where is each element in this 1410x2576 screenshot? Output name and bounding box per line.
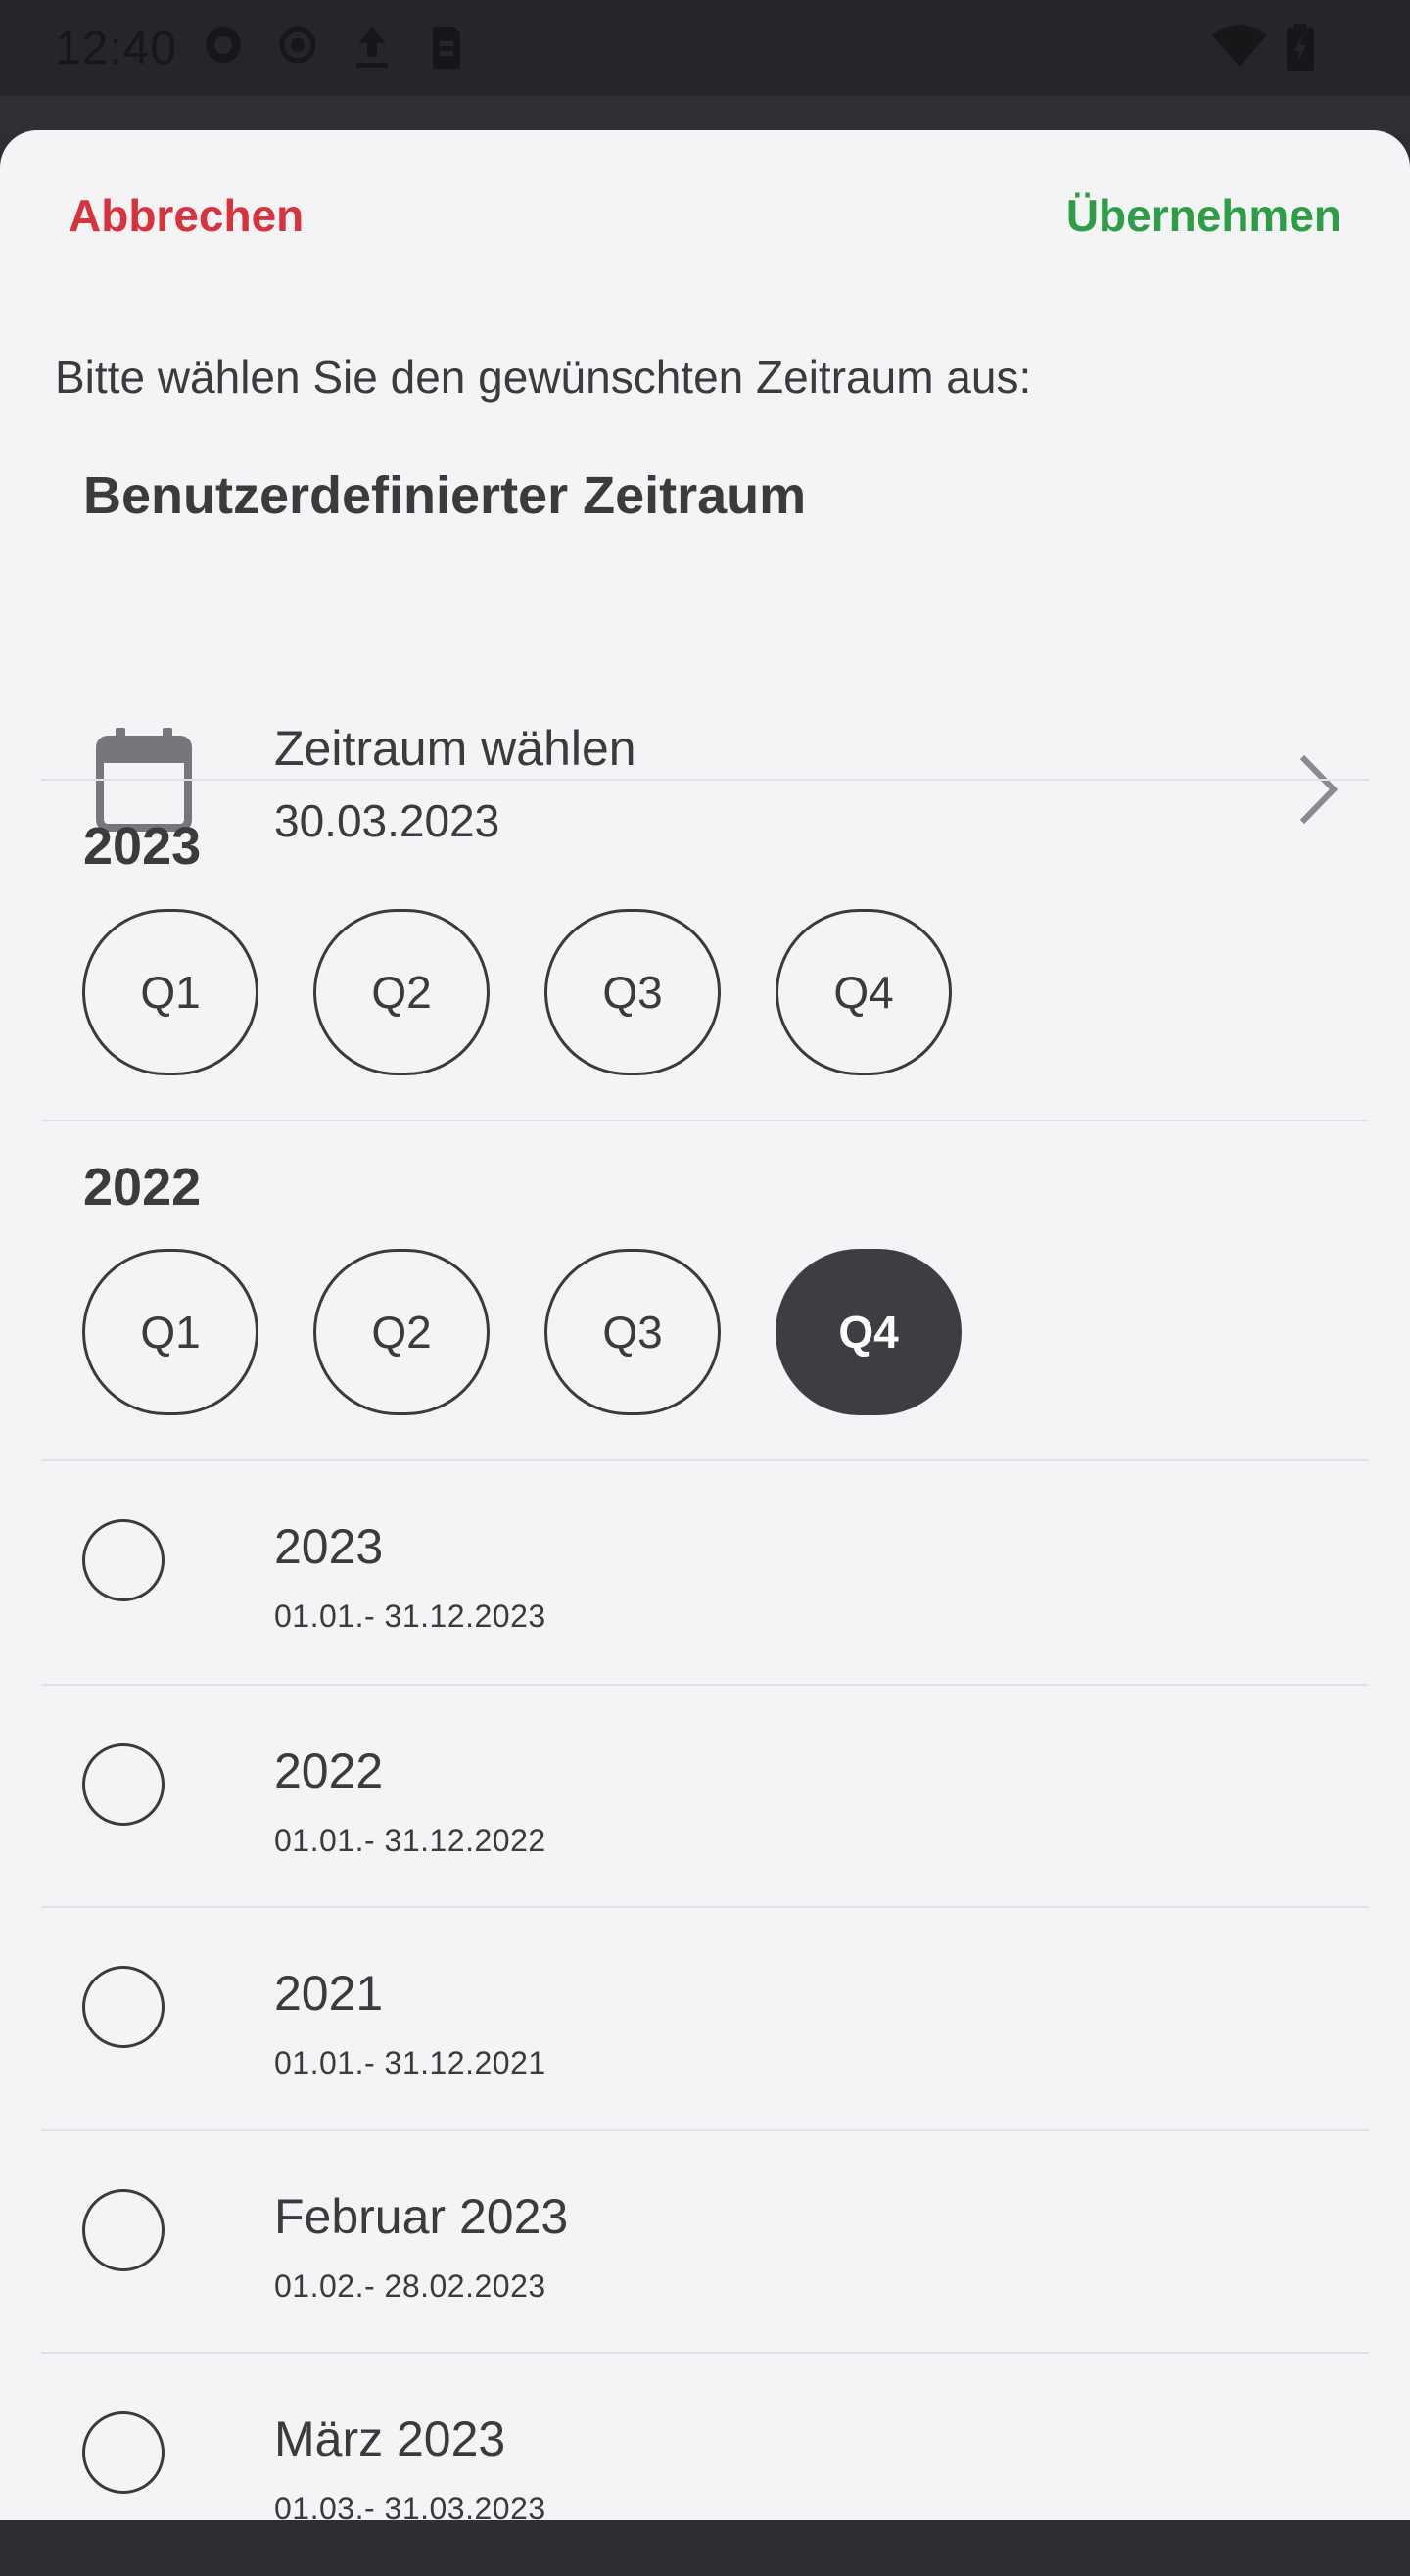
radio-button[interactable] <box>82 2189 164 2271</box>
period-item-2023[interactable]: 2023 01.01.- 31.12.2023 <box>41 1461 1369 1684</box>
divider <box>41 1120 1369 1121</box>
instruction-text: Bitte wählen Sie den gewünschten Zeitrau… <box>55 352 1032 403</box>
period-range: 01.03.- 31.03.2023 <box>274 2491 546 2526</box>
period-range: 01.01.- 31.12.2023 <box>274 1598 546 1634</box>
period-item-february-2023[interactable]: Februar 2023 01.02.- 28.02.2023 <box>41 2131 1369 2354</box>
record-icon <box>276 24 319 72</box>
cancel-button[interactable]: Abbrechen <box>69 189 304 242</box>
quarter-button-2022-q1[interactable]: Q1 <box>82 1249 258 1415</box>
radio-button[interactable] <box>82 1519 164 1601</box>
period-title: März 2023 <box>274 2411 506 2466</box>
custom-range-row[interactable]: Zeitraum wählen 30.03.2023 <box>41 561 1369 910</box>
wifi-icon <box>1210 24 1269 75</box>
period-picker-sheet: Abbrechen Übernehmen Bitte wählen Sie de… <box>0 130 1410 2526</box>
quarter-button-2023-q1[interactable]: Q1 <box>82 909 258 1075</box>
period-title: 2023 <box>274 1519 384 1574</box>
quarter-row-2023: Q1 Q2 Q3 Q4 <box>82 909 952 1075</box>
apply-button[interactable]: Übernehmen <box>1066 189 1341 242</box>
chevron-right-icon <box>1296 753 1340 831</box>
period-title: 2022 <box>274 1743 384 1798</box>
quarter-button-2023-q3[interactable]: Q3 <box>544 909 721 1075</box>
quarter-button-2023-q2[interactable]: Q2 <box>313 909 490 1075</box>
custom-range-label: Zeitraum wählen <box>274 721 636 776</box>
dimmed-background <box>0 96 1410 135</box>
divider <box>41 779 1369 781</box>
radio-button[interactable] <box>82 2411 164 2494</box>
radio-button[interactable] <box>82 1743 164 1826</box>
period-item-march-2023[interactable]: März 2023 01.03.- 31.03.2023 <box>41 2354 1369 2576</box>
period-item-2022[interactable]: 2022 01.01.- 31.12.2022 <box>41 1686 1369 1908</box>
custom-range-value: 30.03.2023 <box>274 795 500 846</box>
quarter-button-2023-q4[interactable]: Q4 <box>776 909 952 1075</box>
status-time: 12:40 <box>55 23 178 74</box>
quarter-button-2022-q3[interactable]: Q3 <box>544 1249 721 1415</box>
sim-icon <box>429 24 464 77</box>
upload-icon <box>351 24 394 75</box>
period-range: 01.02.- 28.02.2023 <box>274 2268 546 2304</box>
notification-app-icon <box>202 24 245 72</box>
custom-range-heading: Benutzerdefinierter Zeitraum <box>83 466 807 525</box>
year-heading-2023: 2023 <box>83 817 202 876</box>
year-heading-2022: 2022 <box>83 1158 202 1216</box>
battery-icon <box>1285 24 1316 77</box>
period-title: Februar 2023 <box>274 2189 569 2244</box>
period-title: 2021 <box>274 1966 384 2021</box>
quarter-button-2022-q2[interactable]: Q2 <box>313 1249 490 1415</box>
period-range: 01.01.- 31.12.2022 <box>274 1823 546 1858</box>
period-item-2021[interactable]: 2021 01.01.- 31.12.2021 <box>41 1908 1369 2130</box>
radio-button[interactable] <box>82 1966 164 2048</box>
period-range: 01.01.- 31.12.2021 <box>274 2045 546 2080</box>
status-bar: 12:40 <box>0 0 1410 96</box>
quarter-row-2022: Q1 Q2 Q3 Q4 <box>82 1249 962 1415</box>
quarter-button-2022-q4[interactable]: Q4 <box>776 1249 962 1415</box>
